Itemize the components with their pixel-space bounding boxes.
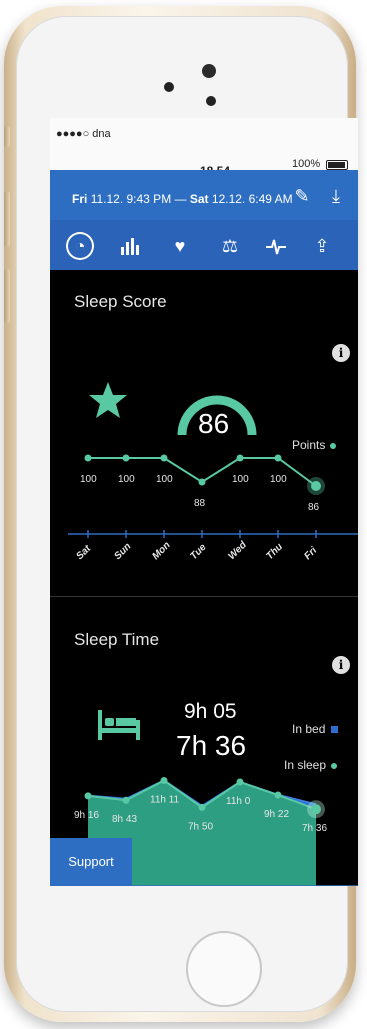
- score-value: 86: [198, 408, 230, 439]
- start-day: Fri: [72, 192, 88, 206]
- score-value-label: 88: [194, 498, 206, 509]
- date-range: Fri 11.12. 9:43 PM — Sat 12.12. 6:49 AM: [72, 192, 293, 206]
- score-value-label: 100: [270, 474, 287, 485]
- score-day-label: Thu: [264, 541, 285, 562]
- score-value-label: 100: [118, 474, 135, 485]
- sleep-point: [198, 803, 206, 811]
- heart-rate-icon[interactable]: ♥: [166, 232, 194, 260]
- score-value-label: 100: [156, 474, 173, 485]
- score-point: [311, 481, 321, 491]
- sleep-value-label: 9h 16: [74, 810, 99, 821]
- sleep-value-label: 7h 50: [188, 821, 213, 832]
- range-separator: —: [174, 192, 187, 206]
- sleep-point: [311, 804, 321, 815]
- carrier-label: ●●●●○ dna: [56, 128, 111, 140]
- sleep-point: [236, 778, 244, 786]
- scale-icon[interactable]: ⚖: [216, 232, 244, 260]
- score-value-label: 100: [80, 474, 97, 485]
- mute-switch: [4, 126, 10, 148]
- proximity-sensor: [206, 96, 216, 106]
- sleep-time-info-icon[interactable]: i: [332, 656, 350, 674]
- sleep-score-info-icon[interactable]: i: [332, 344, 350, 362]
- toolbar: ◔ ♥ ⚖ ⇪ ✎ ⤓: [50, 186, 358, 270]
- download-icon[interactable]: ⤓: [322, 182, 350, 210]
- bed-icon: [98, 710, 140, 740]
- sleep-value-label: 11h 11: [150, 795, 180, 806]
- sleep-point: [122, 796, 130, 804]
- battery-icon: [326, 160, 348, 170]
- end-day: Sat: [189, 192, 209, 206]
- score-value-label: 86: [308, 502, 320, 513]
- sleep-point: [274, 791, 282, 799]
- sleep-value-label: 8h 43: [112, 814, 137, 825]
- export-icon[interactable]: ⇪: [308, 232, 336, 260]
- in-bed-legend: In bed: [292, 722, 339, 736]
- score-day-label: Mon: [150, 540, 172, 562]
- star-icon: [89, 382, 127, 418]
- volume-up-button: [4, 191, 10, 247]
- support-button[interactable]: Support: [50, 838, 132, 886]
- in-bed-legend-swatch: [331, 726, 339, 734]
- score-point: [122, 454, 130, 462]
- sleep-point: [160, 777, 168, 785]
- panel-divider: [50, 596, 358, 597]
- score-point: [160, 454, 168, 462]
- start-datetime: 11.12. 9:43 PM: [90, 192, 172, 206]
- pulse-icon[interactable]: [262, 232, 290, 260]
- sleep-value-label: 9h 22: [264, 809, 289, 820]
- battery-percent: 100%: [292, 158, 321, 170]
- app-screen: ●●●●○ dna 18.54 100% Fri 11.12. 9:43 PM …: [50, 118, 358, 886]
- sleep-value-label: 11h 0: [226, 796, 251, 807]
- sleep-score-title: Sleep Score: [74, 292, 167, 311]
- in-sleep-value: 7h 36: [176, 730, 247, 761]
- volume-down-button: [4, 268, 10, 324]
- home-button[interactable]: [186, 931, 262, 1007]
- score-value-label: 100: [232, 474, 249, 485]
- score-day-label: Sun: [112, 541, 133, 562]
- score-point: [274, 454, 282, 462]
- sleep-time-title: Sleep Time: [74, 630, 160, 649]
- in-bed-legend-label: In bed: [292, 722, 326, 736]
- score-point: [198, 478, 206, 486]
- end-datetime: 12.12. 6:49 AM: [211, 192, 293, 206]
- score-day-label: Fri: [302, 545, 319, 562]
- score-day-label: Tue: [188, 542, 209, 563]
- score-point: [236, 454, 244, 462]
- score-day-label: Sat: [74, 543, 93, 562]
- in-bed-value: 9h 05: [184, 700, 237, 723]
- bar-chart-icon[interactable]: [116, 232, 144, 260]
- front-camera: [202, 64, 216, 78]
- sleep-point: [84, 792, 92, 800]
- front-sensor: [164, 82, 174, 92]
- score-day-label: Wed: [226, 539, 249, 562]
- score-point: [84, 454, 92, 462]
- edit-icon[interactable]: ✎: [288, 182, 316, 210]
- sleep-score-chart: 100 100 100 88 100 100 86 Sat Sun Mon Tue Wed Thu Fri: [68, 454, 358, 563]
- sleep-value-label: 7h 36: [302, 823, 327, 834]
- dashboard-icon[interactable]: ◔: [66, 232, 94, 260]
